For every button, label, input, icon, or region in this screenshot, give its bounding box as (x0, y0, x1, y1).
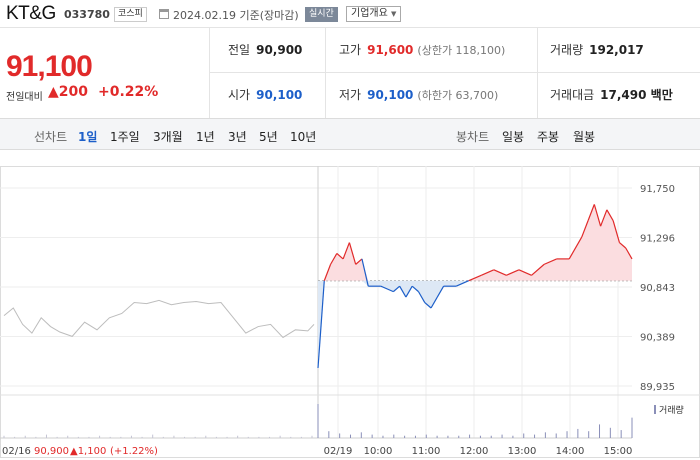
y-tick-label: 91,750 (640, 184, 675, 195)
candle-chart-group-label: 봉차트 (456, 130, 490, 144)
tab-10year[interactable]: 10년 (290, 128, 316, 145)
stat-sub: (하한가 63,700) (417, 89, 499, 102)
y-tick-label: 90,843 (640, 283, 675, 294)
y-tick-label: 91,296 (640, 234, 675, 245)
x-tick-label: 10:00 (364, 446, 393, 457)
line-chart-group-label: 선차트 (34, 130, 68, 144)
company-overview-label: 기업개요 (351, 8, 388, 19)
down-fill-area (318, 280, 632, 368)
stat-value: 17,490 백만 (600, 88, 673, 102)
current-price: 91,100 (6, 50, 93, 83)
tab-1week[interactable]: 1주일 (110, 128, 140, 145)
market-badge: 코스피 (114, 7, 147, 22)
stat-value: 90,100 (367, 88, 414, 102)
stat-label: 저가 (339, 88, 362, 102)
x-tick-label: 02/19 (324, 446, 353, 457)
stat-low: 저가 90,100 (하한가 63,700) (339, 73, 498, 118)
tab-1day[interactable]: 1일 (78, 128, 97, 145)
x-tick-label: 11:00 (412, 446, 441, 457)
prev-day-change-label: ▲1,100 (70, 446, 106, 457)
change-percent: +0.22% (98, 84, 159, 100)
quote-date: 2024.02.19 기준(장마감) (173, 9, 299, 22)
prev-day-date-label: 02/16 (2, 446, 31, 457)
tab-daily-candle[interactable]: 일봉 (502, 128, 524, 145)
top-bar: KT&G 033780 코스피 2024.02.19 기준(장마감) 실시간 기… (0, 0, 700, 28)
stat-value: 192,017 (589, 43, 644, 57)
stat-open: 시가 90,100 (228, 73, 302, 118)
stat-amount: 거래대금 17,490 백만 (550, 73, 673, 118)
prev-day-price-label: 90,900 (34, 446, 69, 457)
y-tick-label: 90,389 (640, 333, 675, 344)
prev-day-price-line (3, 299, 315, 339)
stat-label: 시가 (228, 88, 251, 102)
stats-divider (325, 28, 326, 118)
stats-divider (537, 28, 538, 118)
stat-high: 고가 91,600 (상한가 118,100) (339, 28, 505, 73)
chevron-down-icon: ▼ (391, 10, 397, 18)
volume-legend-label: 거래량 (659, 404, 684, 416)
tab-3month[interactable]: 3개월 (153, 128, 183, 145)
stat-label: 거래량 (550, 43, 584, 57)
tab-weekly-candle[interactable]: 주봉 (537, 128, 559, 145)
stat-value: 90,100 (256, 88, 303, 102)
up-fill-area (318, 204, 632, 281)
change-label: 전일대비 (6, 92, 43, 103)
calendar-icon (159, 9, 169, 19)
chart-period-tabs: 선차트 1일 1주일 3개월 1년 3년 5년 10년 봉차트 일봉 주봉 월봉 (0, 118, 700, 150)
volume-legend-swatch (654, 405, 656, 414)
stat-label: 전일 (228, 43, 251, 57)
x-tick-label: 13:00 (508, 446, 537, 457)
tab-5year[interactable]: 5년 (259, 128, 278, 145)
y-tick-label: 89,935 (640, 382, 675, 393)
stats-row-1: 전일 90,900 고가 91,600 (상한가 118,100) 거래량 192,01… (210, 28, 700, 73)
x-tick-label: 12:00 (460, 446, 489, 457)
stat-volume: 거래량 192,017 (550, 28, 644, 73)
price-box: 91,100 전일대비 ▲200 +0.22% (0, 28, 210, 118)
change-value: ▲200 (48, 84, 88, 100)
stock-code: 033780 (64, 8, 110, 21)
prev-day-pct-label: (+1.22%) (110, 446, 158, 457)
stat-label: 거래대금 (550, 88, 595, 102)
tab-1year[interactable]: 1년 (196, 128, 215, 145)
tab-monthly-candle[interactable]: 월봉 (573, 128, 595, 145)
x-tick-label: 14:00 (556, 446, 585, 457)
stat-prev-close: 전일 90,900 (228, 28, 302, 73)
intraday-price-chart: 91,750 91,296 90,843 90,389 89,935 거래량 02/19 10… (0, 166, 700, 458)
stat-value: 90,900 (256, 43, 303, 57)
company-name: KT&G (6, 3, 56, 24)
tab-3year[interactable]: 3년 (228, 128, 247, 145)
stat-sub: (상한가 118,100) (417, 44, 506, 57)
stat-label: 고가 (339, 43, 362, 57)
x-tick-label: 15:00 (604, 446, 633, 457)
stats-panel: 전일 90,900 고가 91,600 (상한가 118,100) 거래량 192,01… (210, 28, 700, 118)
stat-value: 91,600 (367, 43, 414, 57)
realtime-button[interactable]: 실시간 (305, 7, 338, 22)
company-overview-dropdown[interactable]: 기업개요 ▼ (346, 6, 402, 22)
stats-row-2: 시가 90,100 저가 90,100 (하한가 63,700) 거래대금 17,490… (210, 73, 700, 118)
